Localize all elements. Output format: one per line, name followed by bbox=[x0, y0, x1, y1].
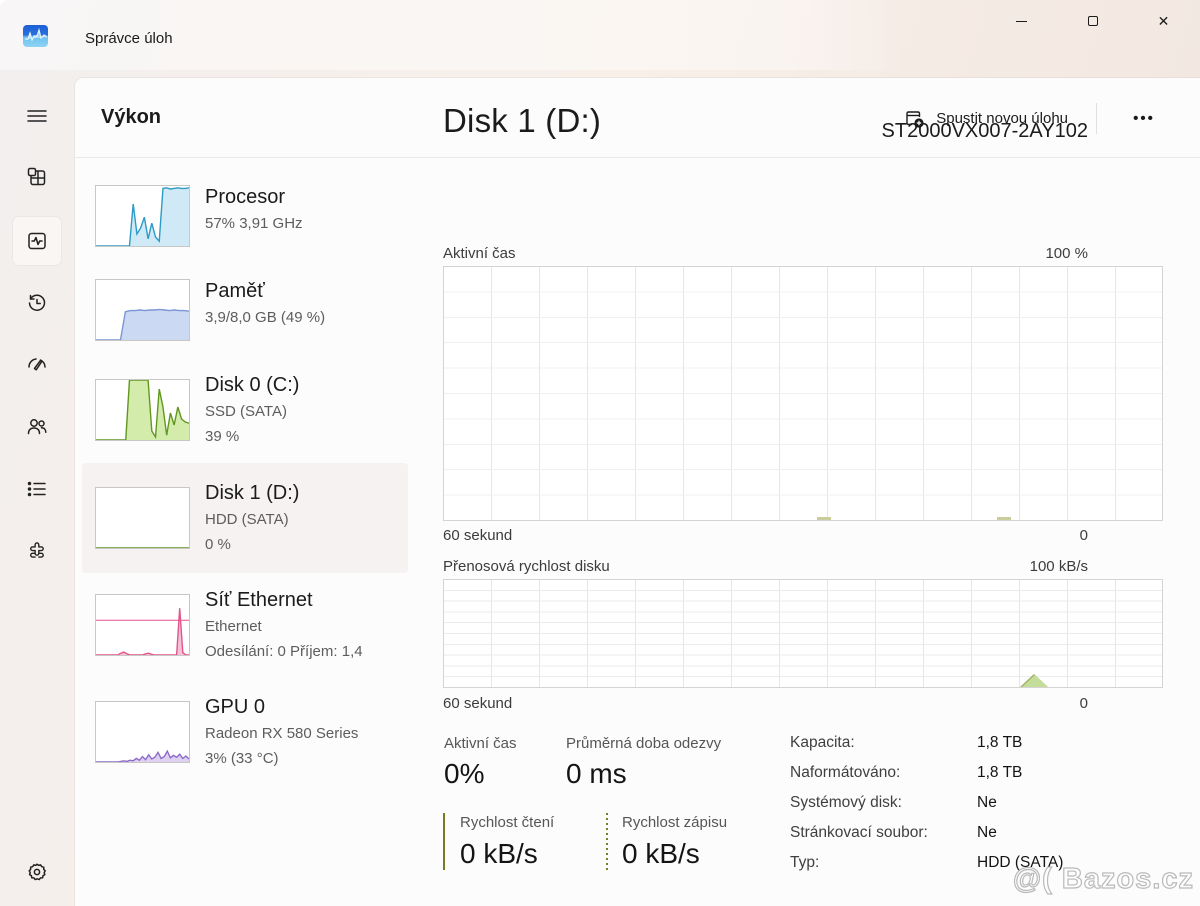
ethernet-mini-chart bbox=[95, 594, 190, 656]
memory-mini-chart bbox=[95, 279, 190, 341]
sidebar-item-settings[interactable] bbox=[13, 848, 61, 896]
perf-item-sub: SSD (SATA) bbox=[205, 399, 404, 424]
perf-item-sub: Odesílání: 0 Příjem: 1,4 bbox=[205, 639, 404, 664]
services-icon bbox=[25, 540, 49, 564]
chart1-label: Aktivní čas bbox=[443, 245, 516, 262]
sidebar-item-services[interactable] bbox=[13, 528, 61, 576]
info-value: 1,8 TB bbox=[977, 764, 1022, 782]
sidebar-item-performance[interactable] bbox=[13, 217, 61, 265]
info-label: Naformátováno: bbox=[790, 764, 900, 782]
panel-header: Výkon Spustit novou úlohu ••• bbox=[75, 78, 1200, 158]
processes-icon bbox=[26, 166, 48, 188]
cpu-mini-chart bbox=[95, 185, 190, 247]
app-history-icon bbox=[25, 291, 49, 315]
disk0-mini-chart bbox=[95, 379, 190, 441]
performance-icon bbox=[25, 229, 49, 253]
settings-gear-icon bbox=[26, 861, 48, 883]
chart1-min-label: 0 bbox=[1080, 527, 1088, 544]
perf-item-title: Disk 0 (C:) bbox=[205, 371, 404, 399]
chart2-max-label: 100 kB/s bbox=[1030, 558, 1088, 575]
chart2-xlabel: 60 sekund bbox=[443, 695, 512, 712]
perf-item-sub: HDD (SATA) bbox=[205, 507, 404, 532]
info-value: 1,8 TB bbox=[977, 734, 1022, 752]
close-icon: ✕ bbox=[1158, 14, 1170, 28]
perf-item-title: Paměť bbox=[205, 277, 404, 305]
main-panel: Výkon Spustit novou úlohu ••• Procesor 5… bbox=[75, 78, 1200, 906]
response-time-stat-value: 0 ms bbox=[566, 758, 627, 790]
write-speed-label: Rychlost zápisu bbox=[622, 814, 727, 831]
sidebar-item-startup-apps[interactable] bbox=[13, 340, 61, 388]
info-label: Stránkovací soubor: bbox=[790, 824, 928, 842]
info-value: Ne bbox=[977, 794, 997, 812]
window-title: Správce úloh bbox=[85, 30, 173, 47]
disk1-mini-chart bbox=[95, 487, 190, 549]
transfer-rate-chart bbox=[443, 579, 1163, 688]
perf-item-disk0[interactable]: Disk 0 (C:) SSD (SATA) 39 % bbox=[82, 360, 408, 465]
perf-item-sub: 39 % bbox=[205, 424, 404, 449]
detail-title: Disk 1 (D:) bbox=[443, 102, 601, 140]
chart1-activity-mark bbox=[817, 517, 831, 520]
perf-item-disk1[interactable]: Disk 1 (D:) HDD (SATA) 0 % bbox=[82, 463, 408, 573]
chart1-xlabel: 60 sekund bbox=[443, 527, 512, 544]
read-speed-value: 0 kB/s bbox=[460, 838, 538, 870]
active-time-stat-value: 0% bbox=[444, 758, 484, 790]
read-speed-legend-bar bbox=[443, 813, 445, 870]
bazos-watermark: @( Bazos.cz bbox=[1013, 863, 1194, 896]
minimize-icon bbox=[1016, 21, 1027, 22]
chart1-max-label: 100 % bbox=[1045, 245, 1088, 262]
write-speed-value: 0 kB/s bbox=[622, 838, 700, 870]
perf-item-title: Síť Ethernet bbox=[205, 586, 404, 614]
info-value: Ne bbox=[977, 824, 997, 842]
chart2-min-label: 0 bbox=[1080, 695, 1088, 712]
chart1-activity-mark bbox=[997, 517, 1011, 520]
detail-device-model: ST2000VX007-2AY102 bbox=[882, 120, 1088, 143]
window-controls: ✕ bbox=[986, 0, 1199, 42]
perf-item-sub: Radeon RX 580 Series bbox=[205, 721, 404, 746]
page-title: Výkon bbox=[101, 106, 161, 129]
response-time-stat-label: Průměrná doba odezvy bbox=[566, 735, 721, 752]
sidebar-item-users[interactable] bbox=[13, 403, 61, 451]
perf-item-sub: 0 % bbox=[205, 532, 404, 557]
active-time-chart bbox=[443, 266, 1163, 521]
perf-item-title: GPU 0 bbox=[205, 693, 404, 721]
users-icon bbox=[25, 415, 49, 439]
header-separator bbox=[1096, 103, 1097, 134]
perf-item-sub: 3,9/8,0 GB (49 %) bbox=[205, 305, 404, 330]
perf-item-sub: 3% (33 °C) bbox=[205, 746, 404, 771]
perf-item-title: Disk 1 (D:) bbox=[205, 479, 404, 507]
info-label: Systémový disk: bbox=[790, 794, 902, 812]
perf-item-sub: Ethernet bbox=[205, 614, 404, 639]
gpu-mini-chart bbox=[95, 701, 190, 763]
read-speed-label: Rychlost čtení bbox=[460, 814, 554, 831]
perf-item-gpu[interactable]: GPU 0 Radeon RX 580 Series 3% (33 °C) bbox=[82, 682, 408, 787]
active-time-stat-label: Aktivní čas bbox=[444, 735, 517, 752]
hamburger-menu-icon bbox=[25, 104, 49, 128]
details-icon bbox=[25, 477, 49, 501]
sidebar-item-details[interactable] bbox=[13, 465, 61, 513]
write-speed-legend-bar bbox=[606, 813, 608, 870]
perf-item-sub: 57% 3,91 GHz bbox=[205, 211, 404, 236]
startup-apps-icon bbox=[25, 352, 49, 376]
sidebar-item-app-history[interactable] bbox=[13, 279, 61, 327]
transfer-spike bbox=[1022, 675, 1048, 687]
task-manager-window: Správce úloh ✕ bbox=[0, 0, 1200, 906]
more-options-button[interactable]: ••• bbox=[1116, 100, 1172, 136]
perf-item-memory[interactable]: Paměť 3,9/8,0 GB (49 %) bbox=[82, 259, 408, 351]
sidebar-item-processes[interactable] bbox=[13, 153, 61, 201]
task-manager-app-icon bbox=[23, 25, 48, 47]
info-label: Kapacita: bbox=[790, 734, 855, 752]
chart2-label: Přenosová rychlost disku bbox=[443, 558, 610, 575]
hamburger-menu-button[interactable] bbox=[13, 92, 61, 140]
maximize-button[interactable] bbox=[1057, 0, 1128, 42]
perf-item-ethernet[interactable]: Síť Ethernet Ethernet Odesílání: 0 Příje… bbox=[82, 575, 408, 680]
minimize-button[interactable] bbox=[986, 0, 1057, 42]
perf-item-cpu[interactable]: Procesor 57% 3,91 GHz bbox=[82, 165, 408, 257]
perf-item-title: Procesor bbox=[205, 183, 404, 211]
info-label: Typ: bbox=[790, 854, 819, 872]
close-button[interactable]: ✕ bbox=[1128, 0, 1199, 42]
maximize-icon bbox=[1088, 16, 1098, 26]
